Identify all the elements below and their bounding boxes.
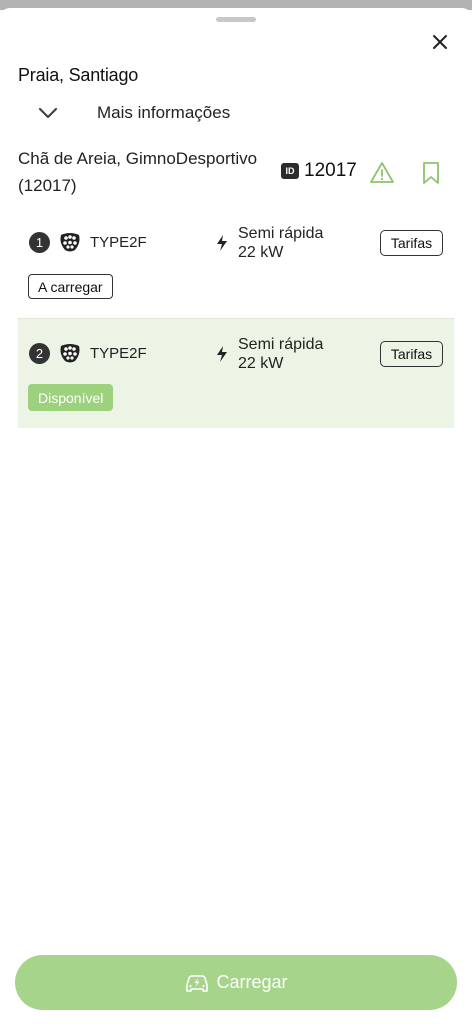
- city-title: Praia, Santiago: [18, 65, 139, 85]
- drag-handle[interactable]: [216, 17, 256, 22]
- warning-icon[interactable]: [369, 160, 395, 186]
- id-badge: ID: [281, 163, 299, 179]
- speed-label: Semi rápida: [238, 336, 324, 353]
- close-icon[interactable]: [428, 30, 452, 54]
- station-name: Chã de Areia, GimnoDesportivo (12017): [18, 149, 258, 195]
- connector-speed: Semi rápida 22 kW: [238, 335, 323, 373]
- type2-plug-icon: [58, 231, 82, 253]
- lightning-bolt-icon: [215, 234, 229, 252]
- station-id: ID 12017: [281, 160, 357, 182]
- charge-button[interactable]: Carregar: [15, 955, 457, 1010]
- power-label: 22 kW: [238, 355, 284, 372]
- more-info-label[interactable]: Mais informações: [97, 103, 230, 123]
- speed-label: Semi rápida: [238, 225, 324, 242]
- more-info-toggle[interactable]: Mais informações: [36, 100, 230, 126]
- power-label: 22 kW: [238, 244, 284, 261]
- connector-number: 1: [29, 232, 50, 253]
- station-id-number: 12017: [304, 160, 357, 181]
- tariffs-button[interactable]: Tarifas: [380, 341, 443, 367]
- connector-number: 2: [29, 343, 50, 364]
- bookmark-icon[interactable]: [419, 160, 443, 186]
- connector-type: TYPE2F: [90, 234, 147, 251]
- lightning-bolt-icon: [215, 345, 229, 363]
- status-badge: Disponível: [28, 384, 114, 411]
- connector-speed: Semi rápida 22 kW: [238, 224, 323, 262]
- tariffs-button[interactable]: Tarifas: [380, 230, 443, 256]
- connector-item[interactable]: 2 TYPE2F Semi rápida 22 kW Tarifas Dispo…: [18, 318, 454, 428]
- charge-button-label[interactable]: Carregar: [216, 972, 287, 993]
- connector-type: TYPE2F: [90, 345, 147, 362]
- status-badge: A carregar: [28, 274, 113, 299]
- chevron-down-icon[interactable]: [36, 101, 60, 125]
- connector-item[interactable]: 1 TYPE2F Semi rápida 22 kW Tarifas A car…: [18, 212, 454, 316]
- type2-plug-icon: [58, 342, 82, 364]
- car-charge-icon: [184, 972, 210, 994]
